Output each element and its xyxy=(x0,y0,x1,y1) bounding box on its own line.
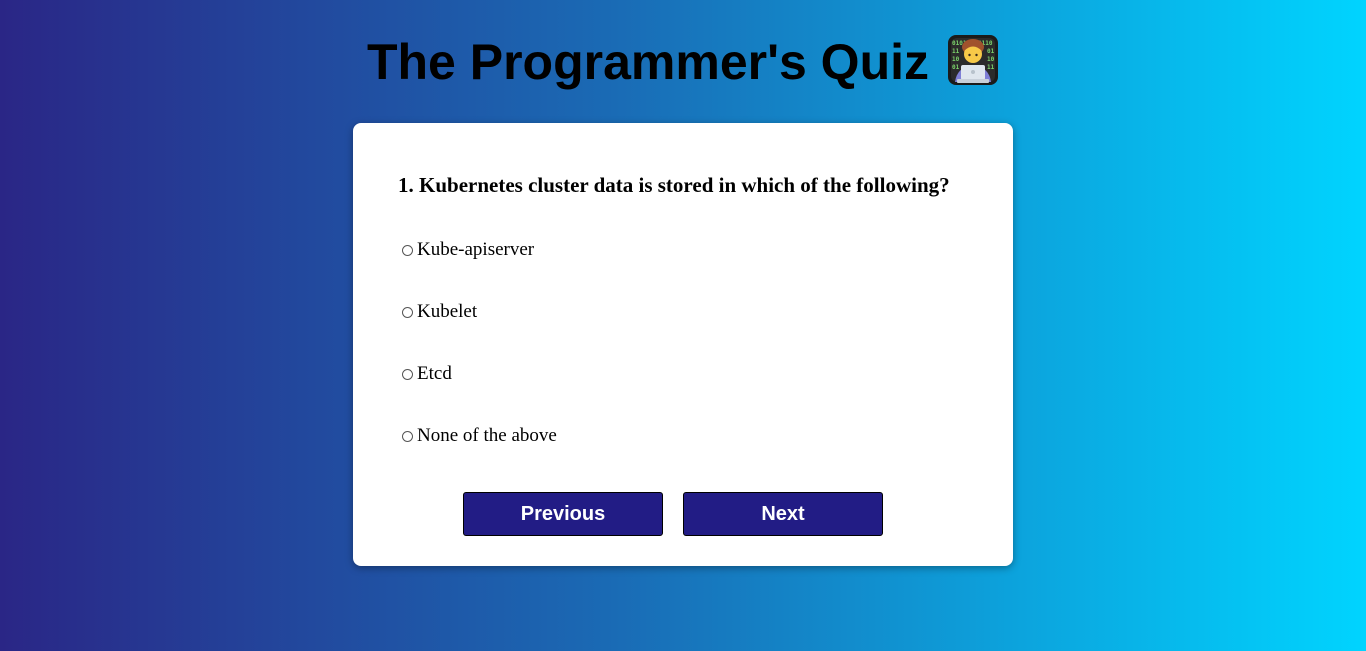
option-label: Kube-apiserver xyxy=(417,239,535,260)
page-title: The Programmer's Quiz xyxy=(366,34,930,90)
option-label: Kubelet xyxy=(417,301,478,322)
quiz-card: 1. Kubernetes cluster data is stored in … xyxy=(353,123,1013,566)
question-text: 1. Kubernetes cluster data is stored in … xyxy=(398,173,950,197)
option-kube-apiserver[interactable]: Kube-apiserver xyxy=(402,239,534,261)
previous-button[interactable]: Previous xyxy=(463,492,663,536)
option-etcd[interactable]: Etcd xyxy=(402,363,452,385)
svg-text:10: 10 xyxy=(987,56,995,63)
radio-button[interactable] xyxy=(402,368,413,380)
radio-button[interactable] xyxy=(402,244,413,256)
next-button[interactable]: Next xyxy=(683,492,883,536)
option-label: None of the above xyxy=(417,425,557,446)
option-label: Etcd xyxy=(417,363,452,384)
svg-text:11: 11 xyxy=(987,64,995,71)
svg-text:01: 01 xyxy=(987,48,995,55)
header: The Programmer's Quiz 0101 0110 11 01 10… xyxy=(0,30,1366,94)
technologist-emoji-icon: 0101 0110 11 01 10 10 01 11 xyxy=(947,34,999,86)
svg-text:10: 10 xyxy=(952,56,960,63)
svg-text:01: 01 xyxy=(952,64,960,71)
option-none-of-the-above[interactable]: None of the above xyxy=(402,425,557,447)
svg-text:11: 11 xyxy=(952,48,960,55)
radio-button[interactable] xyxy=(402,430,413,442)
option-kubelet[interactable]: Kubelet xyxy=(402,301,477,323)
radio-button[interactable] xyxy=(402,306,413,318)
